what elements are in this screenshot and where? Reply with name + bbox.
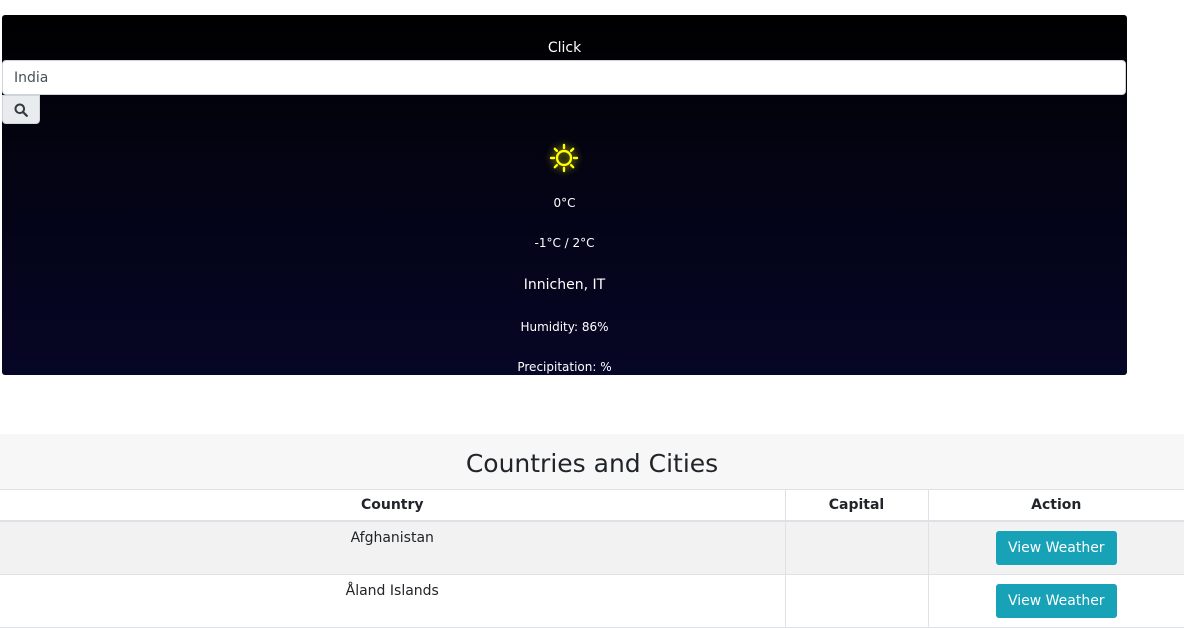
weather-panel: Click 0°C -1°C / 2°C Innichen, IT Humidi… xyxy=(2,15,1127,375)
country-cell: Afghanistan xyxy=(0,521,786,575)
section-title: Countries and Cities xyxy=(465,449,719,478)
current-temperature: 0°C xyxy=(553,196,576,210)
column-header-capital: Capital xyxy=(785,490,929,522)
column-header-action: Action xyxy=(928,490,1184,522)
location-name: Innichen, IT xyxy=(523,277,606,293)
search-icon xyxy=(14,103,28,117)
sun-icon xyxy=(549,143,579,173)
table-row: Åland Islands View Weather xyxy=(0,574,1184,628)
country-cell: Åland Islands xyxy=(0,574,786,628)
action-cell: View Weather xyxy=(928,521,1184,575)
capital-cell xyxy=(785,521,929,575)
column-header-country: Country xyxy=(0,490,786,522)
view-weather-button[interactable]: View Weather xyxy=(995,531,1117,565)
capital-cell xyxy=(785,574,929,628)
temperature-range: -1°C / 2°C xyxy=(534,236,595,250)
precipitation-text: Precipitation: % xyxy=(517,360,612,374)
countries-table: Country Capital Action Afghanistan View … xyxy=(0,490,1184,628)
table-header-row: Country Capital Action xyxy=(0,490,1184,522)
view-weather-button[interactable]: View Weather xyxy=(995,584,1117,618)
search-input[interactable] xyxy=(2,60,1126,95)
action-cell: View Weather xyxy=(928,574,1184,628)
search-button[interactable] xyxy=(2,95,40,124)
section-header: Countries and Cities xyxy=(0,434,1184,491)
click-label[interactable]: Click xyxy=(2,40,1127,56)
humidity-text: Humidity: 86% xyxy=(520,320,609,334)
table-row: Afghanistan View Weather xyxy=(0,521,1184,575)
